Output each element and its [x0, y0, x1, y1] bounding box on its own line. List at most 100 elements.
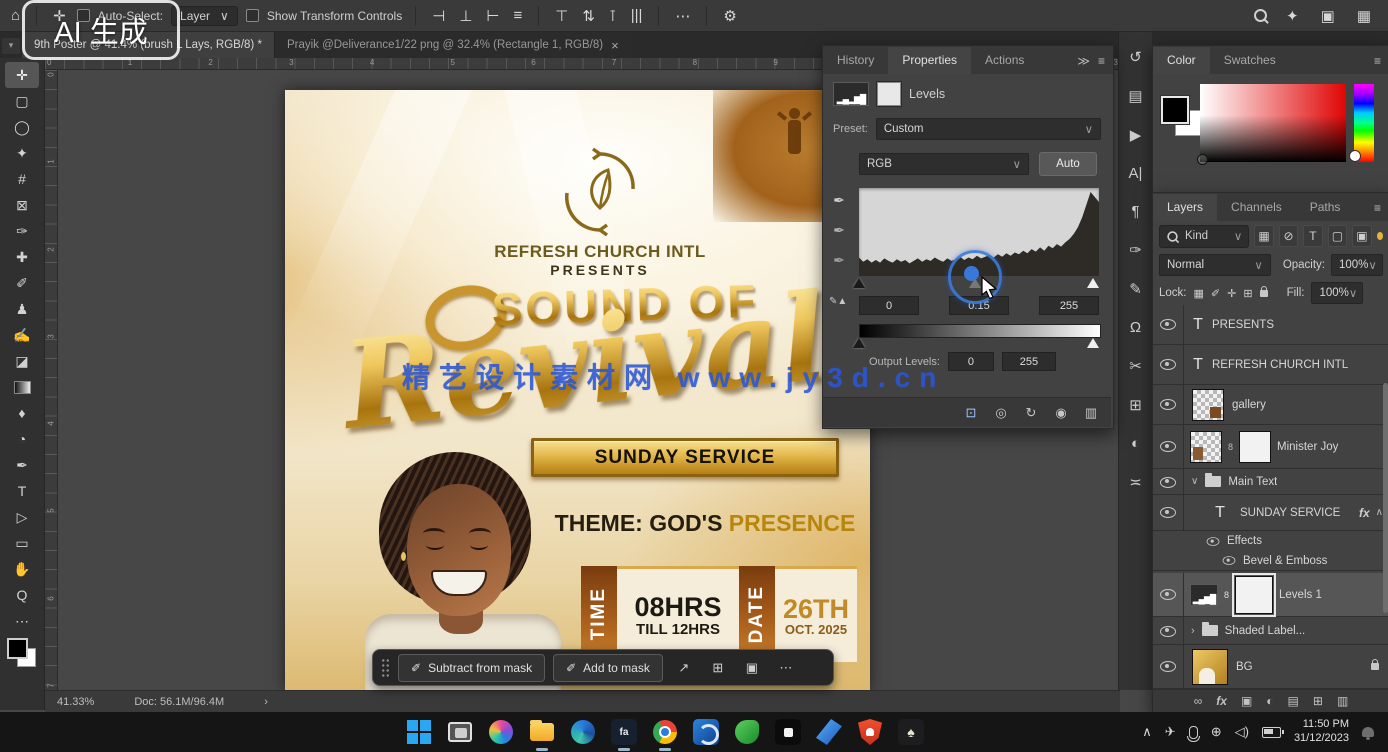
eraser-tool[interactable]: ◪ [5, 348, 39, 374]
add-to-mask-button[interactable]: ✐ Add to mask [553, 654, 663, 682]
edge-browser-icon[interactable] [569, 718, 597, 746]
dodge-tool[interactable]: ◔ [5, 426, 39, 452]
subtract-from-mask-button[interactable]: ✐ Subtract from mask [398, 654, 545, 682]
frame-tool[interactable]: ⊠ [5, 192, 39, 218]
tab-channels[interactable]: Channels [1217, 194, 1296, 221]
tab-overflow-button[interactable]: ▾ [2, 38, 20, 54]
glyphs-icon[interactable]: Ω [1130, 319, 1141, 336]
hue-handle[interactable] [1349, 150, 1361, 162]
distribute-vertical-icon[interactable]: ⇅ [579, 7, 598, 25]
clip-to-layer-icon[interactable]: ⊡ [959, 405, 983, 421]
lock-transparent-icon[interactable]: ▦ [1194, 287, 1204, 300]
align-right-icon[interactable]: ⊢ [483, 7, 502, 25]
layer-filter-search[interactable]: Kind ∨ [1159, 225, 1249, 248]
highlights-input-value[interactable]: 255 [1039, 296, 1099, 315]
new-group-icon[interactable]: ▤ [1288, 694, 1299, 708]
lock-pixels-icon[interactable]: ✐ [1211, 287, 1220, 300]
image-icon[interactable]: ▣ [1318, 7, 1338, 25]
vertical-ruler[interactable]: 01 23 45 67 [45, 70, 58, 690]
filter-toggle[interactable] [1377, 232, 1383, 240]
reset-icon[interactable]: ↻ [1019, 405, 1043, 421]
skype-icon[interactable] [692, 718, 720, 746]
expand-caret-icon[interactable]: ∨ [1191, 476, 1198, 487]
layer-row-selected[interactable]: ▂▄▆█ 8 Levels 1 [1153, 573, 1388, 617]
layer-thumbnail[interactable] [1190, 431, 1222, 463]
gray-point-eyedropper-icon[interactable]: ✒ [829, 222, 849, 239]
collapse-panel-icon[interactable]: ≫ [1077, 54, 1090, 68]
align-edges-icon[interactable]: ≡ [510, 7, 525, 24]
delete-layer-icon[interactable]: ▥ [1337, 694, 1348, 708]
more-options-icon[interactable]: ⋯ [672, 7, 693, 25]
blur-tool[interactable]: ♦ [5, 400, 39, 426]
shadows-input-slider[interactable] [853, 278, 865, 288]
visibility-eye-icon[interactable] [1223, 556, 1236, 565]
visibility-eye-icon[interactable] [1160, 359, 1176, 370]
auto-button[interactable]: Auto [1039, 152, 1097, 176]
layer-group-row[interactable]: ∨ Main Text [1153, 469, 1388, 495]
export-icon[interactable]: ▣ [739, 656, 765, 680]
tab-swatches[interactable]: Swatches [1210, 47, 1290, 74]
black-point-eyedropper-icon[interactable]: ✒ [829, 192, 849, 209]
brush-settings-icon[interactable]: ✑ [1129, 241, 1142, 259]
zoom-level[interactable]: 41.33% [57, 696, 94, 708]
auto-select-dropdown[interactable]: Layer ∨ [171, 6, 238, 26]
clone-stamp-tool[interactable]: ♟ [5, 296, 39, 322]
actions-icon[interactable]: ▶ [1130, 126, 1142, 144]
status-chevron-icon[interactable]: › [264, 696, 268, 708]
layer-mask-thumbnail-selected[interactable] [1235, 576, 1273, 614]
close-icon[interactable]: × [611, 38, 619, 53]
notification-bell-icon[interactable] [1362, 727, 1374, 737]
start-button[interactable] [405, 718, 433, 746]
layer-row[interactable]: TPRESENTS [1153, 305, 1388, 345]
new-layer-icon[interactable]: ⊞ [1313, 694, 1323, 708]
lock-artboard-icon[interactable]: ⊞ [1243, 287, 1252, 300]
panel-menu-icon[interactable]: ≡ [1374, 54, 1381, 68]
foreground-background-swatches[interactable] [1161, 96, 1205, 140]
solitaire-icon[interactable]: ♠ [897, 718, 925, 746]
visibility-eye-icon[interactable] [1160, 319, 1176, 330]
zoom-tool[interactable]: Q [5, 582, 39, 608]
brave-icon[interactable] [856, 718, 884, 746]
visibility-eye-icon[interactable] [1160, 477, 1176, 488]
tab-color[interactable]: Color [1153, 47, 1210, 74]
brush-tool[interactable]: ✐ [5, 270, 39, 296]
workspace-icon[interactable]: ▦ [1354, 7, 1374, 25]
chrome-icon[interactable] [651, 718, 679, 746]
microphone-icon[interactable] [1189, 726, 1198, 739]
output-shadows-slider[interactable] [853, 338, 865, 348]
distribute-horizontal-icon[interactable]: ||| [628, 7, 646, 24]
opacity-input[interactable]: 100%∨ [1331, 254, 1383, 276]
brushes-icon[interactable]: ✎ [1129, 280, 1142, 298]
filter-shape-layers-icon[interactable]: ▢ [1328, 225, 1347, 247]
path-select-tool[interactable]: ▷ [5, 504, 39, 530]
layer-row[interactable]: gallery [1153, 385, 1388, 425]
duplicate-icon[interactable]: ⊞ [705, 656, 731, 680]
onedrive-icon[interactable] [815, 718, 843, 746]
link-layers-icon[interactable]: ∞ [1194, 694, 1203, 708]
channel-dropdown[interactable]: RGB∨ [859, 153, 1029, 175]
layer-mask-thumbnail[interactable] [1239, 431, 1271, 463]
tab-paths[interactable]: Paths [1296, 194, 1355, 221]
foreground-color-swatch[interactable] [7, 638, 28, 659]
tab-actions[interactable]: Actions [971, 47, 1038, 74]
lasso-tool[interactable]: ◯ [5, 114, 39, 140]
layer-effects-row[interactable]: Effects [1153, 531, 1388, 551]
tab-layers[interactable]: Layers [1153, 194, 1217, 221]
layer-group-row[interactable]: › Shaded Label... [1153, 617, 1388, 645]
lock-position-icon[interactable]: ✛ [1227, 287, 1236, 300]
filter-pixel-layers-icon[interactable]: ▦ [1254, 225, 1273, 247]
visibility-eye-icon[interactable] [1160, 441, 1176, 452]
network-icon[interactable]: ✈ [1165, 724, 1176, 740]
ai-generate-icon[interactable]: ✦ [1283, 7, 1302, 25]
layer-effect-item-row[interactable]: Bevel & Emboss [1153, 551, 1388, 571]
visibility-icon[interactable]: ◉ [1049, 405, 1073, 421]
fill-input[interactable]: 100%∨ [1311, 282, 1363, 304]
eyedropper-tool[interactable]: ✑ [5, 218, 39, 244]
share-icon[interactable]: ↗ [671, 656, 697, 680]
type-tool[interactable]: T [5, 478, 39, 504]
healing-brush-tool[interactable]: ✚ [5, 244, 39, 270]
gradient-tool[interactable] [5, 374, 39, 400]
visibility-eye-icon[interactable] [1160, 507, 1176, 518]
view-previous-state-icon[interactable]: ◎ [989, 405, 1013, 421]
crop-tool[interactable]: # [5, 166, 39, 192]
